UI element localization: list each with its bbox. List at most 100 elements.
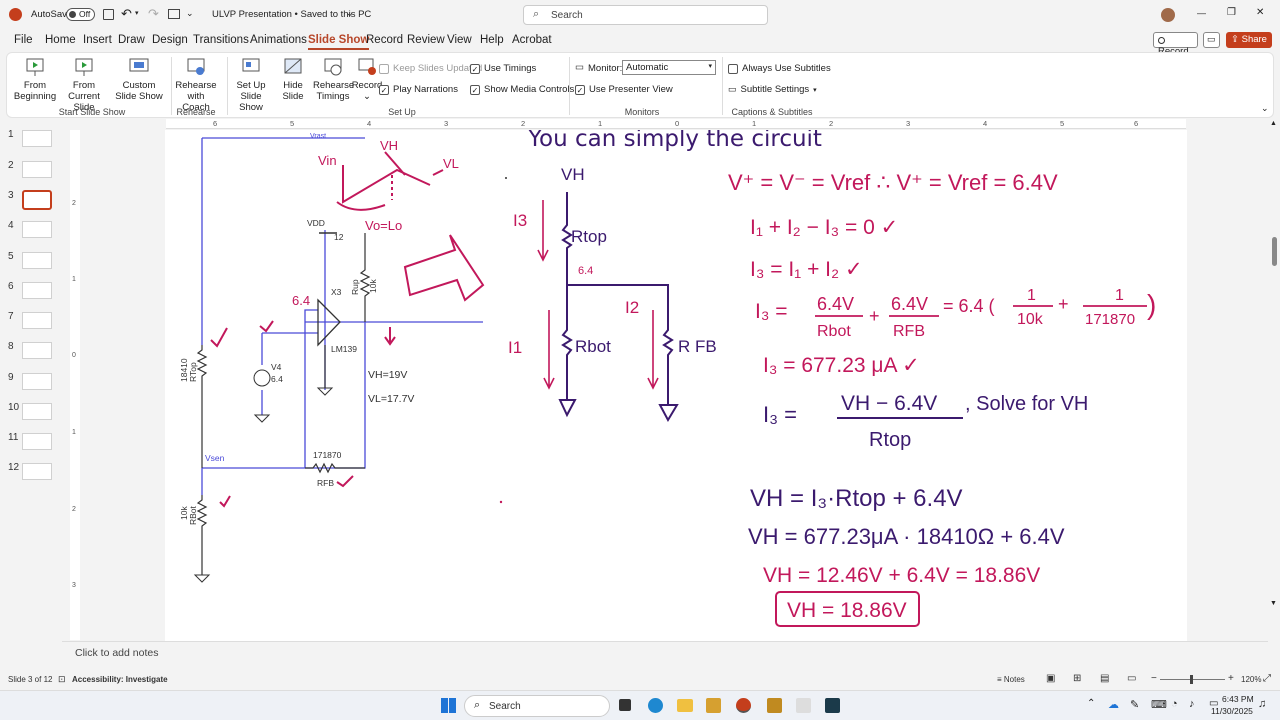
undo-icon[interactable]: ↶ xyxy=(121,6,132,22)
chevron-up-icon[interactable]: ⌃ xyxy=(1087,698,1095,709)
tab-view[interactable]: View xyxy=(447,34,472,46)
edge-icon[interactable] xyxy=(648,698,663,713)
setup-show-button[interactable]: Set Up Slide Show xyxy=(229,56,273,113)
close-button[interactable]: ✕ xyxy=(1256,7,1264,18)
scroll-down-icon[interactable]: ▼ xyxy=(1270,600,1277,607)
zoom-slider[interactable] xyxy=(1160,675,1225,684)
thumb-slide-7[interactable] xyxy=(22,312,52,329)
tab-insert[interactable]: Insert xyxy=(83,34,112,46)
app-icon[interactable] xyxy=(767,698,782,713)
always-subtitles-checkbox[interactable]: Always Use Subtitles xyxy=(728,63,831,74)
ruler-tick: 6 xyxy=(213,119,218,128)
hide-slide-button[interactable]: Hide Slide xyxy=(275,56,311,102)
fit-slide-icon[interactable]: ⤢ xyxy=(1263,673,1271,684)
volume-icon[interactable]: ♪ xyxy=(1189,698,1195,710)
tab-acrobat[interactable]: Acrobat xyxy=(512,34,552,46)
show-media-checkbox[interactable]: ✓ Show Media Controls xyxy=(470,84,574,95)
zoom-level[interactable]: 120% xyxy=(1241,675,1261,684)
scroll-thumb[interactable] xyxy=(1272,237,1277,266)
thumb-slide-5[interactable] xyxy=(22,252,52,269)
ruler-tick: 2 xyxy=(829,119,834,128)
minimize-button[interactable]: — xyxy=(1197,8,1206,18)
notes-toggle[interactable]: ≡ Notes xyxy=(997,675,1025,684)
slideshow-icon[interactable]: ▭ xyxy=(1127,673,1136,684)
autosave-toggle[interactable]: Off xyxy=(66,8,95,21)
thumb-slide-10[interactable] xyxy=(22,403,52,420)
tab-review[interactable]: Review xyxy=(407,34,445,46)
start-icon[interactable] xyxy=(441,698,456,713)
rehearse-timings-button[interactable]: Rehearse Timings xyxy=(313,56,354,102)
share-button[interactable]: ⇪ Share xyxy=(1226,32,1272,48)
clock-date[interactable]: 11/30/2025 xyxy=(1211,706,1253,716)
eq-i3-sum: I₃ = I₁ + I₂ ✓ xyxy=(750,258,863,281)
thumb-slide-3[interactable] xyxy=(22,190,52,210)
tab-home[interactable]: Home xyxy=(45,34,76,46)
slide-canvas[interactable]: VDD 12 X3 LM139 V4 6.4 171870 RFB VH=19V… xyxy=(165,126,1187,641)
tab-slide-show[interactable]: Slide Show xyxy=(308,34,370,50)
thumb-slide-6[interactable] xyxy=(22,282,52,299)
notes-pane[interactable]: Click to add notes xyxy=(62,641,1268,666)
file-explorer-icon[interactable] xyxy=(677,699,693,712)
notification-bell-icon[interactable]: ♫ xyxy=(1258,698,1266,710)
tab-design[interactable]: Design xyxy=(152,34,188,46)
play-narrations-checkbox[interactable]: ✓ Play Narrations xyxy=(379,84,458,95)
pen-icon[interactable]: ✎ xyxy=(1130,698,1139,711)
undo-dropdown-icon[interactable]: ▾ xyxy=(135,9,139,17)
thumb-slide-1[interactable] xyxy=(22,130,52,147)
redo-icon[interactable]: ↷ xyxy=(148,6,159,22)
avatar[interactable] xyxy=(1161,8,1175,22)
slide-sorter-icon[interactable]: ⊞ xyxy=(1073,673,1081,684)
tab-file[interactable]: File xyxy=(14,34,33,46)
zoom-out-icon[interactable]: − xyxy=(1151,673,1157,684)
thumb-slide-9[interactable] xyxy=(22,373,52,390)
rehearse-coach-button[interactable]: Rehearse with Coach xyxy=(173,56,219,113)
app-icon[interactable] xyxy=(796,698,811,713)
thumb-number: 7 xyxy=(8,311,14,322)
custom-show-button[interactable]: Custom Slide Show xyxy=(113,56,165,102)
accessibility-status[interactable]: Accessibility: Investigate xyxy=(72,675,168,684)
title-chevron-icon[interactable]: ⌄ xyxy=(346,8,354,19)
reading-view-icon[interactable]: ▤ xyxy=(1100,673,1109,684)
thumb-slide-8[interactable] xyxy=(22,342,52,359)
taskbar-search[interactable]: ⌕ Search xyxy=(464,695,610,717)
thumb-slide-11[interactable] xyxy=(22,433,52,450)
hide-slide-icon xyxy=(284,58,302,74)
onedrive-icon[interactable]: ☁ xyxy=(1108,698,1119,711)
task-view-icon[interactable] xyxy=(619,699,631,711)
from-current-button[interactable]: From Current Slide xyxy=(59,56,109,113)
scroll-up-icon[interactable]: ▲ xyxy=(1270,120,1277,127)
normal-view-icon[interactable]: ▣ xyxy=(1046,673,1055,684)
present-icon[interactable] xyxy=(168,9,180,19)
clock-time[interactable]: 6:43 PM xyxy=(1222,694,1254,704)
tab-draw[interactable]: Draw xyxy=(118,34,145,46)
thumb-slide-12[interactable] xyxy=(22,463,52,480)
use-timings-checkbox[interactable]: ✓ Use Timings xyxy=(470,63,536,74)
monitor-select[interactable]: Automatic ▾ xyxy=(622,60,716,75)
thumb-slide-4[interactable] xyxy=(22,221,52,238)
powerpoint-taskbar-icon[interactable] xyxy=(736,698,751,713)
presenter-view-checkbox[interactable]: ✓ Use Presenter View xyxy=(575,84,673,95)
tab-animations[interactable]: Animations xyxy=(250,34,307,46)
collapse-ribbon-icon[interactable]: ⌄ xyxy=(1261,103,1269,114)
terminal-icon[interactable] xyxy=(825,698,840,713)
subtitle-settings-button[interactable]: ▭ Subtitle Settings ▾ xyxy=(728,84,817,95)
save-icon[interactable] xyxy=(103,9,114,20)
app-icon[interactable] xyxy=(706,698,721,713)
record-button[interactable]: Record xyxy=(1153,32,1198,57)
show-media-label: Show Media Controls xyxy=(484,84,575,95)
from-beginning-button[interactable]: From Beginning xyxy=(11,56,59,102)
zoom-slider-thumb[interactable] xyxy=(1190,675,1193,684)
keyboard-icon[interactable]: ⌨ xyxy=(1151,698,1167,711)
search-box[interactable]: ⌕ Search xyxy=(523,5,768,25)
notes-icon: ≡ xyxy=(997,675,1004,684)
tab-transitions[interactable]: Transitions xyxy=(193,34,249,46)
qat-more-icon[interactable]: ⌄ xyxy=(186,8,194,19)
comments-button[interactable]: ▭ xyxy=(1203,32,1220,48)
tab-help[interactable]: Help xyxy=(480,34,504,46)
thumb-slide-2[interactable] xyxy=(22,161,52,178)
zoom-in-icon[interactable]: + xyxy=(1228,673,1234,684)
wifi-icon[interactable]: ◔ xyxy=(1171,698,1178,710)
vertical-scrollbar[interactable]: ▲ ▼ xyxy=(1270,120,1278,635)
tab-record[interactable]: Record xyxy=(366,34,403,46)
maximize-button[interactable]: ❐ xyxy=(1227,7,1236,18)
